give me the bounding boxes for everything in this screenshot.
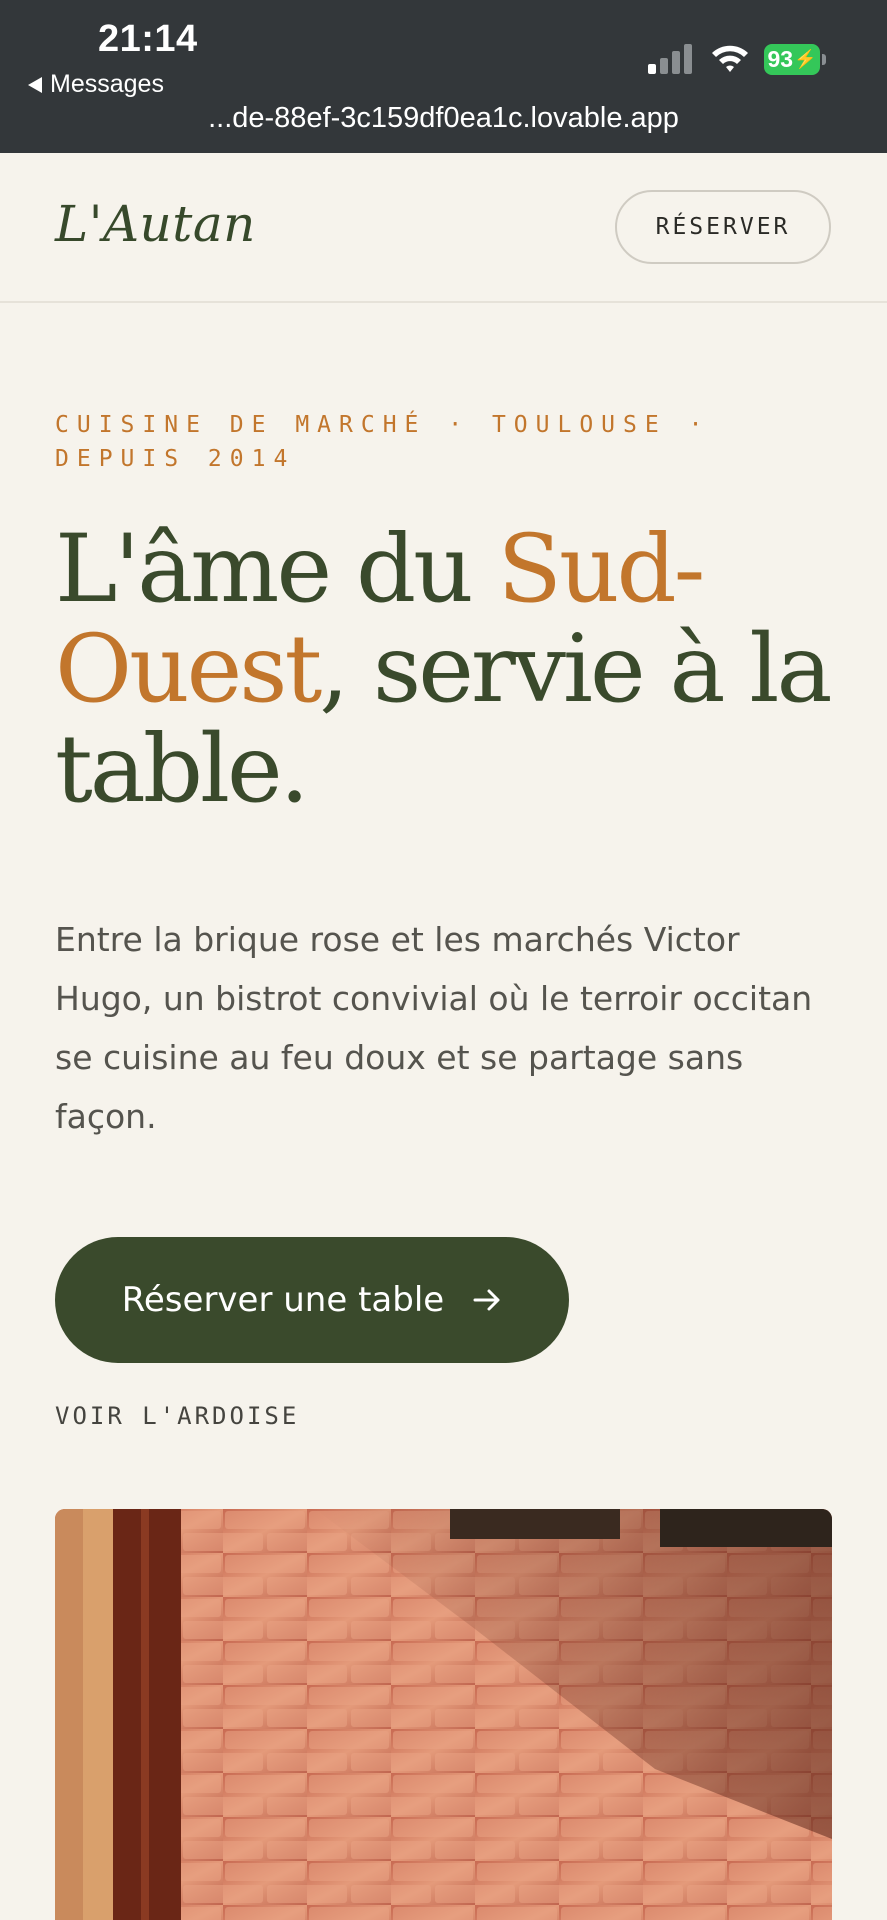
- battery-level: 93: [767, 46, 794, 72]
- status-bar: 21:14 Messages 93 ⚡ ...de-88ef-3c159df0ea…: [0, 0, 887, 153]
- back-to-messages-button[interactable]: Messages: [28, 70, 164, 99]
- back-label: Messages: [50, 70, 164, 98]
- status-time: 21:14: [98, 18, 198, 60]
- site-header: L'Autan RÉSERVER: [0, 153, 887, 303]
- battery-icon: 93 ⚡: [764, 44, 826, 75]
- hero-photo-brick-wall: [55, 1509, 832, 1920]
- cellular-signal-icon: [648, 44, 692, 74]
- back-triangle-icon: [28, 76, 42, 93]
- logo[interactable]: L'Autan: [55, 195, 256, 253]
- view-menu-link[interactable]: VOIR L'ARDOISE: [55, 1402, 299, 1430]
- headline-part-1: L'âme du: [55, 515, 498, 624]
- reserve-table-label: Réserver une table: [121, 1280, 445, 1320]
- reserve-button[interactable]: RÉSERVER: [615, 190, 831, 264]
- wifi-icon: [712, 45, 748, 72]
- hero-headline: L'âme du Sud-Ouest, servie à la table.: [55, 520, 845, 820]
- brick-wall-image: [55, 1509, 832, 1920]
- arrow-right-icon: [473, 1289, 500, 1311]
- charging-bolt-icon: ⚡: [794, 49, 817, 69]
- hero-description: Entre la brique rose et les marchés Vict…: [55, 920, 813, 1136]
- reserve-table-button[interactable]: Réserver une table: [55, 1237, 569, 1363]
- url-bar[interactable]: ...de-88ef-3c159df0ea1c.lovable.app: [0, 102, 887, 135]
- hero-eyebrow: CUISINE DE MARCHÉ · TOULOUSE · DEPUIS 20…: [55, 412, 711, 472]
